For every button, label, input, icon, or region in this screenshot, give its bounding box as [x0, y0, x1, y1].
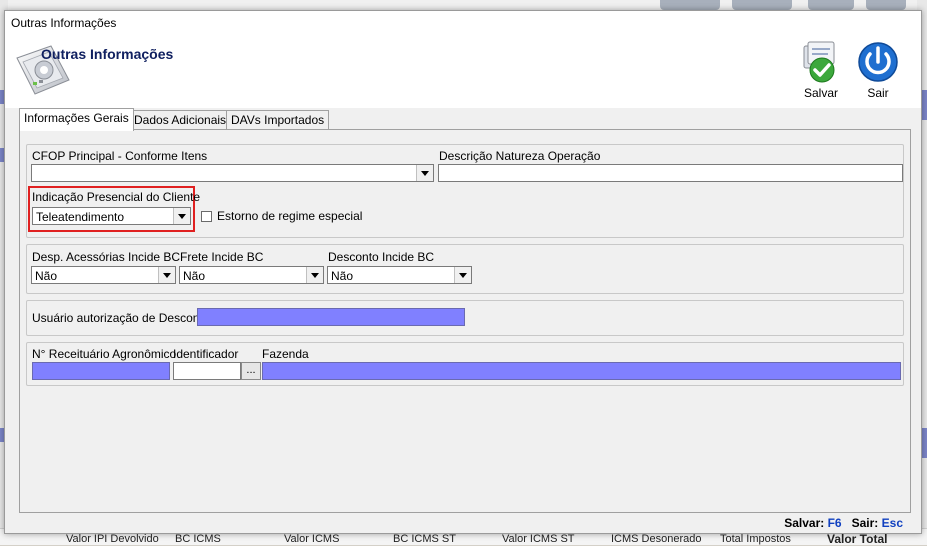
outras-informacoes-dialog: Outras Informações Outras Informações Sa… [4, 10, 922, 534]
usuario-desconto-label: Usuário autorização de Desconto: [32, 311, 213, 325]
exit-button[interactable]: Sair [853, 40, 903, 106]
exit-button-label: Sair [867, 86, 889, 100]
group-incide-bc: Desp. Acessórias Incide BC Não Frete Inc… [26, 244, 904, 294]
chevron-down-icon [454, 267, 471, 283]
chevron-down-icon [173, 208, 190, 224]
footer-save-prefix: Salvar: [784, 516, 825, 530]
chevron-down-icon [306, 267, 323, 283]
bg-col-valor-ipi-devolvido: Valor IPI Devolvido [66, 533, 159, 545]
group-desconto: Usuário autorização de Desconto: [26, 300, 904, 336]
group-operacao: CFOP Principal - Conforme Itens Descriçã… [26, 144, 904, 238]
estorno-checkbox[interactable] [201, 211, 212, 222]
background-toolbar-icon [660, 0, 720, 10]
frete-value: Não [183, 269, 206, 283]
identificador-input[interactable] [173, 362, 241, 380]
natureza-label: Descrição Natureza Operação [439, 149, 601, 163]
footer-exit-prefix: Sair: [851, 516, 879, 530]
desconto-label: Desconto Incide BC [328, 250, 435, 264]
fazenda-label: Fazenda [262, 347, 309, 361]
footer-exit-key: Esc [881, 516, 903, 530]
background-toolbar-icon [732, 0, 792, 10]
receituario-label: N° Receituário Agronômico [32, 347, 177, 361]
desconto-select[interactable]: Não [327, 266, 472, 284]
usuario-desconto-input[interactable] [197, 308, 465, 326]
bg-col-icms-desonerado: ICMS Desonerado [611, 533, 702, 545]
bg-col-bc-icms-st: BC ICMS ST [393, 533, 456, 545]
power-icon [858, 42, 898, 82]
frete-select[interactable]: Não [179, 266, 324, 284]
cfop-label: CFOP Principal - Conforme Itens [32, 149, 208, 163]
indicacao-select[interactable]: Teleatendimento [32, 207, 191, 225]
tab-panel-informacoes-gerais: CFOP Principal - Conforme Itens Descriçã… [19, 129, 911, 513]
tab-informacoes-gerais[interactable]: Informações Gerais [19, 108, 134, 131]
indicacao-value: Teleatendimento [36, 210, 125, 224]
dialog-header: Outras Informações Salvar Sair [5, 34, 921, 108]
estorno-label: Estorno de regime especial [217, 209, 363, 223]
bg-col-total-impostos: Total Impostos [720, 533, 791, 545]
identificador-label: Identificador [173, 347, 239, 361]
save-button-label: Salvar [803, 86, 838, 100]
save-button[interactable]: Salvar [796, 40, 846, 106]
fazenda-input[interactable] [262, 362, 901, 380]
chevron-down-icon [158, 267, 175, 283]
indicacao-label: Indicação Presencial do Cliente [32, 190, 201, 204]
natureza-input[interactable] [438, 164, 903, 182]
desp-label: Desp. Acessórias Incide BC [32, 250, 181, 264]
tab-dados-adicionais[interactable]: Dados Adicionais [129, 110, 232, 130]
background-toolbar-icon [808, 0, 854, 10]
desconto-value: Não [331, 269, 354, 283]
desp-value: Não [35, 269, 58, 283]
chevron-down-icon [416, 165, 433, 181]
bg-col-bc-icms: BC ICMS [175, 533, 221, 545]
title-bar: Outras Informações [5, 11, 921, 34]
bg-col-valor-icms-st: Valor ICMS ST [502, 533, 575, 545]
frete-label: Frete Incide BC [180, 250, 264, 264]
shortcut-footer: Salvar: F6 Sair: Esc [784, 516, 903, 530]
window-title: Outras Informações [11, 16, 117, 30]
tab-davs-importados[interactable]: DAVs Importados [226, 110, 330, 130]
identificador-lookup-button[interactable]: ... [241, 362, 261, 380]
dialog-body: Informações Gerais Dados Adicionais DAVs… [5, 108, 921, 533]
footer-save-key: F6 [827, 516, 842, 530]
bg-col-valor-icms: Valor ICMS [284, 533, 340, 545]
desp-select[interactable]: Não [31, 266, 176, 284]
receituario-input[interactable] [32, 362, 170, 380]
save-check-icon [803, 41, 835, 83]
cfop-select[interactable] [31, 164, 434, 182]
background-toolbar-icon [866, 0, 906, 10]
group-agronomico: N° Receituário Agronômico Identificador … [26, 342, 904, 386]
header-title: Outras Informações [41, 46, 174, 62]
